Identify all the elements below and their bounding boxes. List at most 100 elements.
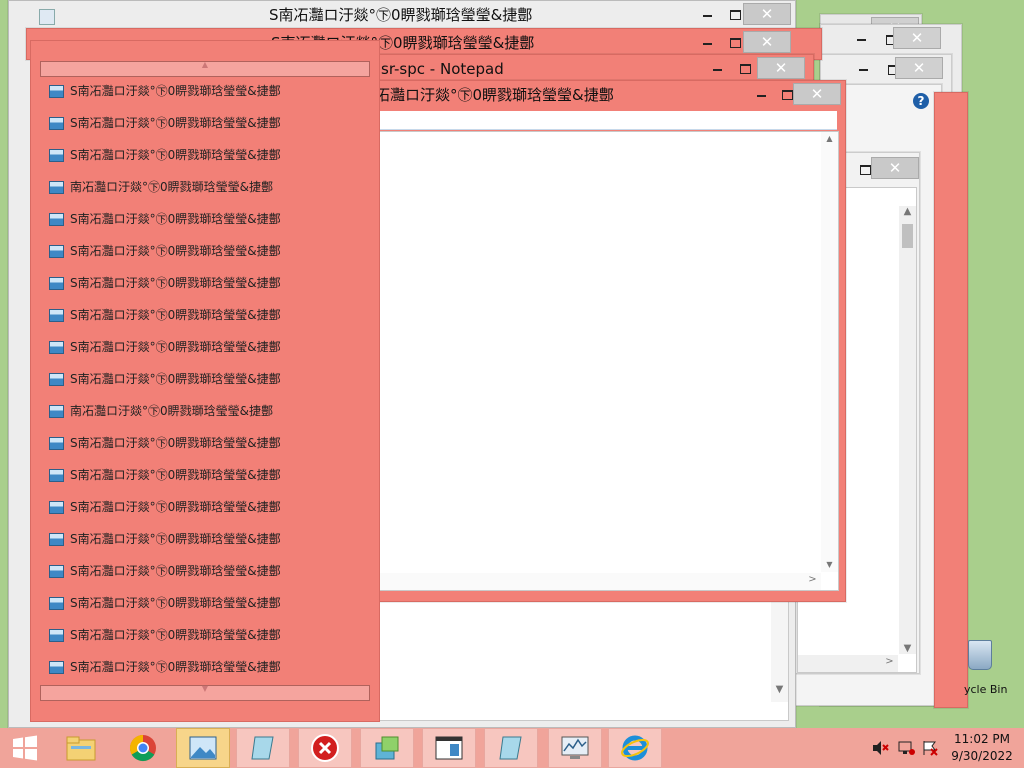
- image-file-icon: [49, 181, 64, 194]
- close-button[interactable]: ✕: [871, 157, 919, 179]
- close-button[interactable]: ✕: [757, 57, 805, 79]
- scroll-thumb[interactable]: [902, 224, 913, 248]
- menu-item-label: S南㓈灩ロ汙燚°㊦0睤戮瑡琀瑩瑩&捷鄷: [70, 340, 281, 354]
- menu-item-label: S南㓈灩ロ汙燚°㊦0睤戮瑡琀瑩瑩&捷鄷: [70, 628, 281, 642]
- menu-item[interactable]: S南㓈灩ロ汙燚°㊦0睤戮瑡琀瑩瑩&捷鄷: [49, 109, 281, 137]
- internet-explorer-icon: [621, 735, 649, 761]
- scroll-up-arrow[interactable]: ▲: [821, 134, 838, 143]
- menu-item[interactable]: S南㓈灩ロ汙燚°㊦0睤戮瑡琀瑩瑩&捷鄷: [49, 237, 281, 265]
- menu-item[interactable]: S南㓈灩ロ汙燚°㊦0睤戮瑡琀瑩瑩&捷鄷: [49, 557, 281, 585]
- close-button[interactable]: ✕: [743, 31, 791, 53]
- menu-item[interactable]: S南㓈灩ロ汙燚°㊦0睤戮瑡琀瑩瑩&捷鄷: [49, 333, 281, 361]
- clock[interactable]: 11:02 PM 9/30/2022: [946, 731, 1018, 765]
- menu-item[interactable]: 南㓈灩ロ汙燚°㊦0睤戮瑡琀瑩瑩&捷鄷: [49, 397, 273, 425]
- scroll-up-arrow[interactable]: ▲: [899, 206, 916, 217]
- menu-item-label: S南㓈灩ロ汙燚°㊦0睤戮瑡琀瑩瑩&捷鄷: [70, 660, 281, 674]
- menu-item[interactable]: S南㓈灩ロ汙燚°㊦0睤戮瑡琀瑩瑩&捷鄷: [49, 525, 281, 553]
- image-file-icon: [49, 277, 64, 290]
- menu-item-label: S南㓈灩ロ汙燚°㊦0睤戮瑡琀瑩瑩&捷鄷: [70, 532, 281, 546]
- menu-item-label: S南㓈灩ロ汙燚°㊦0睤戮瑡琀瑩瑩&捷鄷: [70, 468, 281, 482]
- close-button[interactable]: ✕: [895, 57, 943, 79]
- image-file-icon: [49, 245, 64, 258]
- red-edge-window: [934, 92, 968, 708]
- dropdown-menu[interactable]: ▲ S南㓈灩ロ汙燚°㊦0睤戮瑡琀瑩瑩&捷鄷 S南㓈灩ロ汙燚°㊦0睤戮瑡琀瑩瑩&捷鄷…: [30, 40, 380, 722]
- menu-item[interactable]: S南㓈灩ロ汙燚°㊦0睤戮瑡琀瑩瑩&捷鄷: [49, 269, 281, 297]
- menu-item[interactable]: S南㓈灩ロ汙燚°㊦0睤戮瑡琀瑩瑩&捷鄷: [49, 301, 281, 329]
- clock-date: 9/30/2022: [951, 749, 1013, 763]
- taskbar-installer[interactable]: [360, 728, 414, 768]
- clock-time: 11:02 PM: [954, 732, 1010, 746]
- menu-item[interactable]: S南㓈灩ロ汙燚°㊦0睤戮瑡琀瑩瑩&捷鄷: [49, 205, 281, 233]
- vertical-scrollbar[interactable]: ▲ ▼: [899, 206, 916, 654]
- taskbar: 11:02 PM 9/30/2022: [0, 728, 1024, 768]
- menu-item-label: S南㓈灩ロ汙燚°㊦0睤戮瑡琀瑩瑩&捷鄷: [70, 436, 281, 450]
- menu-scroll-down[interactable]: ▼: [40, 684, 370, 701]
- network-icon[interactable]: [898, 740, 916, 756]
- taskbar-error-app[interactable]: [298, 728, 352, 768]
- maximize-button[interactable]: [731, 58, 759, 78]
- window-icon: [435, 736, 463, 760]
- error-icon: [311, 734, 339, 762]
- menu-item-label: S南㓈灩ロ汙燚°㊦0睤戮瑡琀瑩瑩&捷鄷: [70, 596, 281, 610]
- menu-scroll-up[interactable]: ▲: [40, 60, 370, 77]
- front-window[interactable]: 㓈灩ロ汙燚°㊦0睤戮瑡琀瑩瑩&捷鄷 ✕ ▲ ▼ >: [360, 80, 846, 602]
- image-icon: [189, 736, 217, 760]
- menu-item[interactable]: S南㓈灩ロ汙燚°㊦0睤戮瑡琀瑩瑩&捷鄷: [49, 429, 281, 457]
- image-file-icon: [49, 149, 64, 162]
- start-button[interactable]: [0, 728, 50, 768]
- chrome-icon: [129, 734, 156, 762]
- vertical-scrollbar[interactable]: ▲ ▼: [821, 132, 838, 572]
- taskbar-notepad-2[interactable]: [484, 728, 538, 768]
- taskbar-monitor[interactable]: [548, 728, 602, 768]
- minimize-button[interactable]: [703, 59, 731, 79]
- taskbar-chrome[interactable]: [116, 728, 170, 768]
- menu-item-label: S南㓈灩ロ汙燚°㊦0睤戮瑡琀瑩瑩&捷鄷: [70, 276, 281, 290]
- scroll-down-arrow[interactable]: ▼: [899, 643, 916, 654]
- package-icon: [375, 736, 399, 760]
- menu-item-label: S南㓈灩ロ汙燚°㊦0睤戮瑡琀瑩瑩&捷鄷: [70, 116, 281, 130]
- scroll-right-arrow[interactable]: >: [881, 656, 898, 667]
- menu-item-label: S南㓈灩ロ汙燚°㊦0睤戮瑡琀瑩瑩&捷鄷: [70, 244, 281, 258]
- taskbar-window-app[interactable]: [422, 728, 476, 768]
- image-file-icon: [49, 213, 64, 226]
- menu-item[interactable]: 南㓈灩ロ汙燚°㊦0睤戮瑡琀瑩瑩&捷鄷: [49, 173, 273, 201]
- menu-item-label: S南㓈灩ロ汙燚°㊦0睤戮瑡琀瑩瑩&捷鄷: [70, 564, 281, 578]
- edit-area[interactable]: ▲ ▼ >: [377, 131, 839, 591]
- menu-item[interactable]: S南㓈灩ロ汙燚°㊦0睤戮瑡琀瑩瑩&捷鄷: [49, 621, 281, 649]
- close-button[interactable]: ✕: [743, 3, 791, 25]
- menu-item[interactable]: S南㓈灩ロ汙燚°㊦0睤戮瑡琀瑩瑩&捷鄷: [49, 589, 281, 617]
- scroll-down-arrow[interactable]: ▼: [821, 560, 838, 569]
- image-file-icon: [49, 405, 64, 418]
- horizontal-scrollbar[interactable]: >: [378, 573, 821, 590]
- taskbar-explorer[interactable]: [54, 728, 108, 768]
- action-center-icon[interactable]: [922, 740, 938, 756]
- menu-item[interactable]: S南㓈灩ロ汙燚°㊦0睤戮瑡琀瑩瑩&捷鄷: [49, 493, 281, 521]
- horizontal-scrollbar[interactable]: >: [798, 655, 898, 672]
- taskbar-ie[interactable]: [608, 728, 662, 768]
- minimize-button[interactable]: [747, 85, 775, 105]
- volume-muted-icon[interactable]: [872, 740, 890, 756]
- help-icon[interactable]: ?: [913, 93, 929, 109]
- menu-item-label: S南㓈灩ロ汙燚°㊦0睤戮瑡琀瑩瑩&捷鄷: [70, 500, 281, 514]
- menu-item[interactable]: S南㓈灩ロ汙燚°㊦0睤戮瑡琀瑩瑩&捷鄷: [49, 461, 281, 489]
- menu-item[interactable]: S南㓈灩ロ汙燚°㊦0睤戮瑡琀瑩瑩&捷鄷: [49, 653, 281, 681]
- recycle-bin-label: ycle Bin: [964, 683, 1008, 696]
- minimize-button[interactable]: [693, 33, 721, 53]
- menu-item[interactable]: S南㓈灩ロ汙燚°㊦0睤戮瑡琀瑩瑩&捷鄷: [49, 365, 281, 393]
- menu-item-label: S南㓈灩ロ汙燚°㊦0睤戮瑡琀瑩瑩&捷鄷: [70, 372, 281, 386]
- taskbar-notepad-1[interactable]: [236, 728, 290, 768]
- menu-bar[interactable]: [377, 111, 837, 130]
- minimize-button[interactable]: [849, 59, 877, 79]
- image-file-icon: [49, 661, 64, 674]
- scroll-right-arrow[interactable]: >: [804, 574, 821, 585]
- close-button[interactable]: ✕: [893, 27, 941, 49]
- image-file-icon: [49, 469, 64, 482]
- minimize-button[interactable]: [847, 29, 875, 49]
- recycle-bin-icon[interactable]: [966, 634, 992, 670]
- minimize-button[interactable]: [693, 5, 721, 25]
- menu-item[interactable]: S南㓈灩ロ汙燚°㊦0睤戮瑡琀瑩瑩&捷鄷: [49, 77, 281, 105]
- menu-item[interactable]: S南㓈灩ロ汙燚°㊦0睤戮瑡琀瑩瑩&捷鄷: [49, 141, 281, 169]
- close-button[interactable]: ✕: [793, 83, 841, 105]
- scroll-down-arrow[interactable]: ▼: [771, 684, 788, 695]
- taskbar-image-viewer[interactable]: [176, 728, 230, 768]
